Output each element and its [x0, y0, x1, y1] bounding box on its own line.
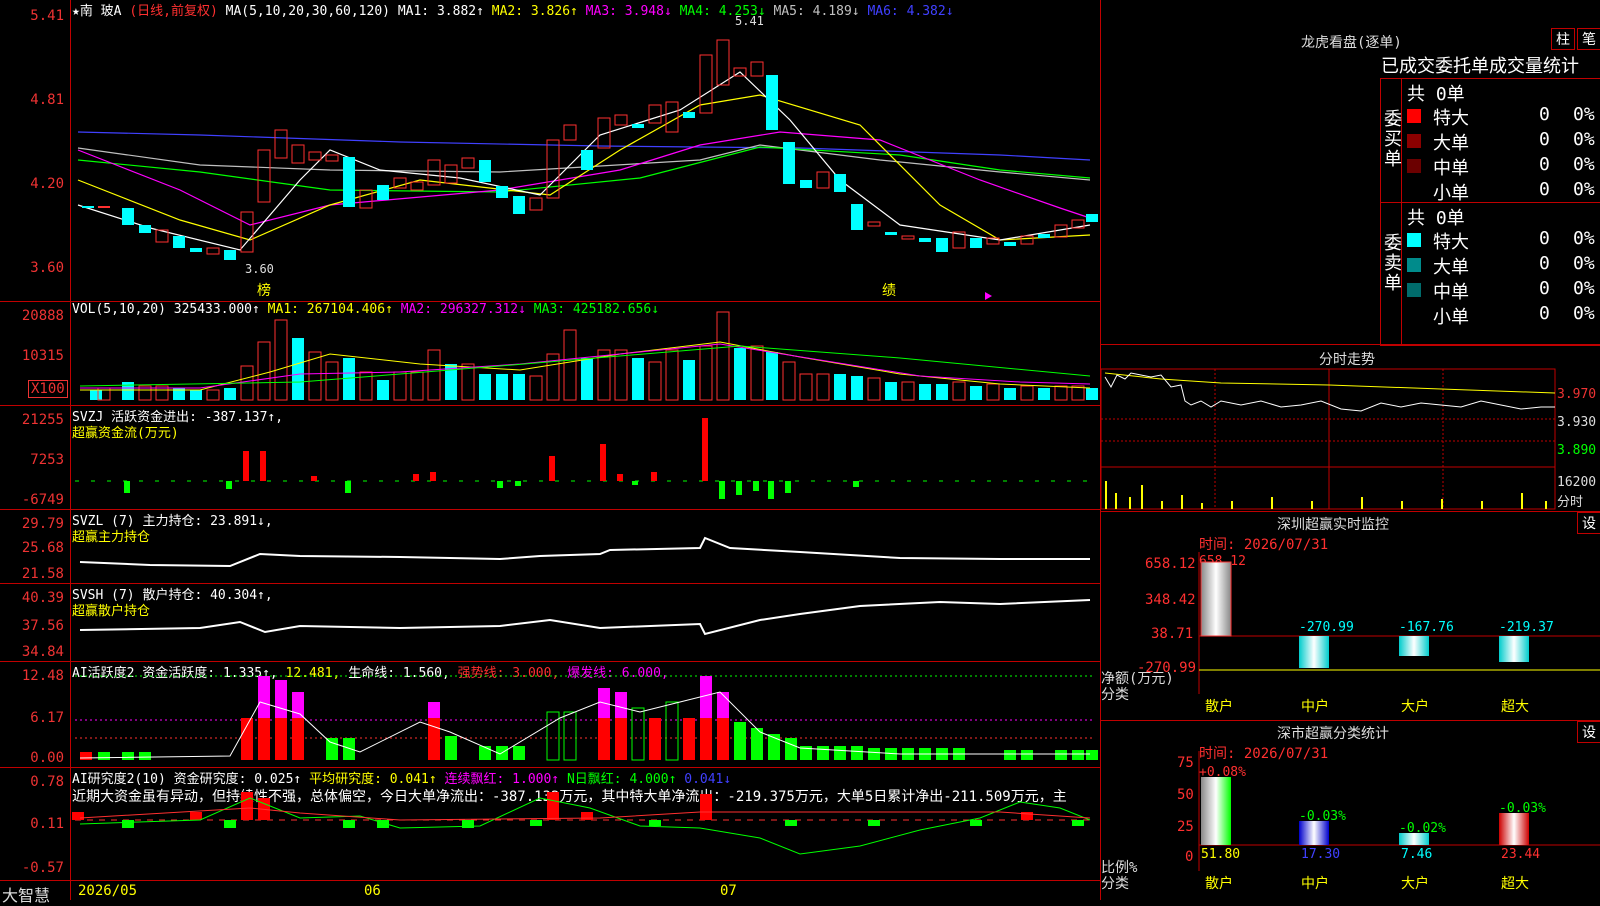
ss-bar-chart: [1198, 751, 1600, 871]
kline-chart: [77, 39, 1098, 300]
volume-chart: [79, 311, 1098, 401]
sell-label: 委卖单: [1384, 233, 1402, 294]
buy-row-s: 小单 0 0%: [1433, 179, 1595, 204]
fenshi-panel[interactable]: 分时走势 3.970 3.930 3.890 16200 分时: [1101, 345, 1600, 512]
buy-total: 共 0单: [1407, 84, 1465, 105]
ai2-chart: [72, 792, 1095, 855]
sell-row-s: 小单 0 0%: [1433, 303, 1595, 328]
lhkp-title: 龙虎看盘(逐单): [1301, 35, 1402, 51]
date-label-1: 2026/05: [78, 883, 138, 899]
sell-row-xl: 特大 0 0%: [1407, 228, 1597, 253]
candles: [82, 39, 1098, 260]
lhkp-panel: 龙虎看盘(逐单) 柱 笔 已成交委托单成交量统计 委买单 委卖单 共 0单 共 …: [1101, 28, 1600, 346]
sz-bar-chart: [1198, 552, 1600, 694]
ai-activity-pane[interactable]: AI活跃度2 资金活跃度: 1.335↑, 12.481, 生命线: 1.560…: [0, 662, 1100, 768]
sell-row-l: 大单 0 0%: [1407, 253, 1597, 278]
date-label-2: 06: [364, 883, 381, 899]
btn-zhu[interactable]: 柱: [1551, 28, 1575, 50]
sell-total: 共 0单: [1407, 208, 1465, 229]
sell-rows: 特大 0 0% 大单 0 0% 中单 0 0% 小单 0 0%: [1407, 228, 1597, 328]
ai1-chart: [75, 675, 1098, 761]
fenshi-chart: [1101, 368, 1556, 510]
buy-label: 委买单: [1384, 109, 1402, 170]
svsh-chart: [79, 599, 1091, 636]
svzj-pane[interactable]: SVZJ 活跃资金进出: -387.137↑, 超赢资金流(万元) 21255 …: [0, 406, 1100, 510]
ss-stats-panel: 深市超赢分类统计 设 时间: 2026/07/31 75 50 25 0 比例%…: [1101, 721, 1600, 900]
buy-row-m: 中单 0 0%: [1407, 154, 1597, 179]
buy-row-l: 大单 0 0%: [1407, 129, 1597, 154]
volume-pane[interactable]: VOL(5,10,20) 325433.000↑ MA1: 267104.406…: [0, 302, 1100, 406]
sz-monitor-panel: 深圳超赢实时监控 设 时间: 2026/07/31 658.12 348.42 …: [1101, 512, 1600, 721]
buy-rows: 特大 0 0% 大单 0 0% 中单 0 0% 小单 0 0%: [1407, 104, 1597, 204]
kline-pane[interactable]: ★南 玻A (日线,前复权) MA(5,10,20,30,60,120) MA1…: [0, 0, 1100, 302]
svzl-pane[interactable]: SVZL (7) 主力持仓: 23.891↓, 超赢主力持仓 29.79 25.…: [0, 510, 1100, 584]
brand-label[interactable]: 大智慧: [2, 882, 50, 906]
stats-title: 已成交委托单成交量统计: [1381, 56, 1579, 77]
ai-research-pane[interactable]: AI研究度2(10) 资金研究度: 0.025↑ 平均研究度: 0.041↑ 连…: [0, 768, 1100, 882]
date-label-3: 07: [720, 883, 737, 899]
sell-row-m: 中单 0 0%: [1407, 278, 1597, 303]
svzl-chart: [79, 536, 1090, 568]
date-bar: 大智慧 2026/05 06 07: [0, 880, 1100, 905]
btn-bi[interactable]: 笔: [1577, 28, 1600, 50]
buy-row-xl: 特大 0 0%: [1407, 104, 1597, 129]
cursor-marker: [985, 292, 992, 300]
svzj-chart: [75, 418, 1095, 499]
svsh-pane[interactable]: SVSH (7) 散户持仓: 40.304↑, 超赢散户持仓 40.39 37.…: [0, 584, 1100, 662]
